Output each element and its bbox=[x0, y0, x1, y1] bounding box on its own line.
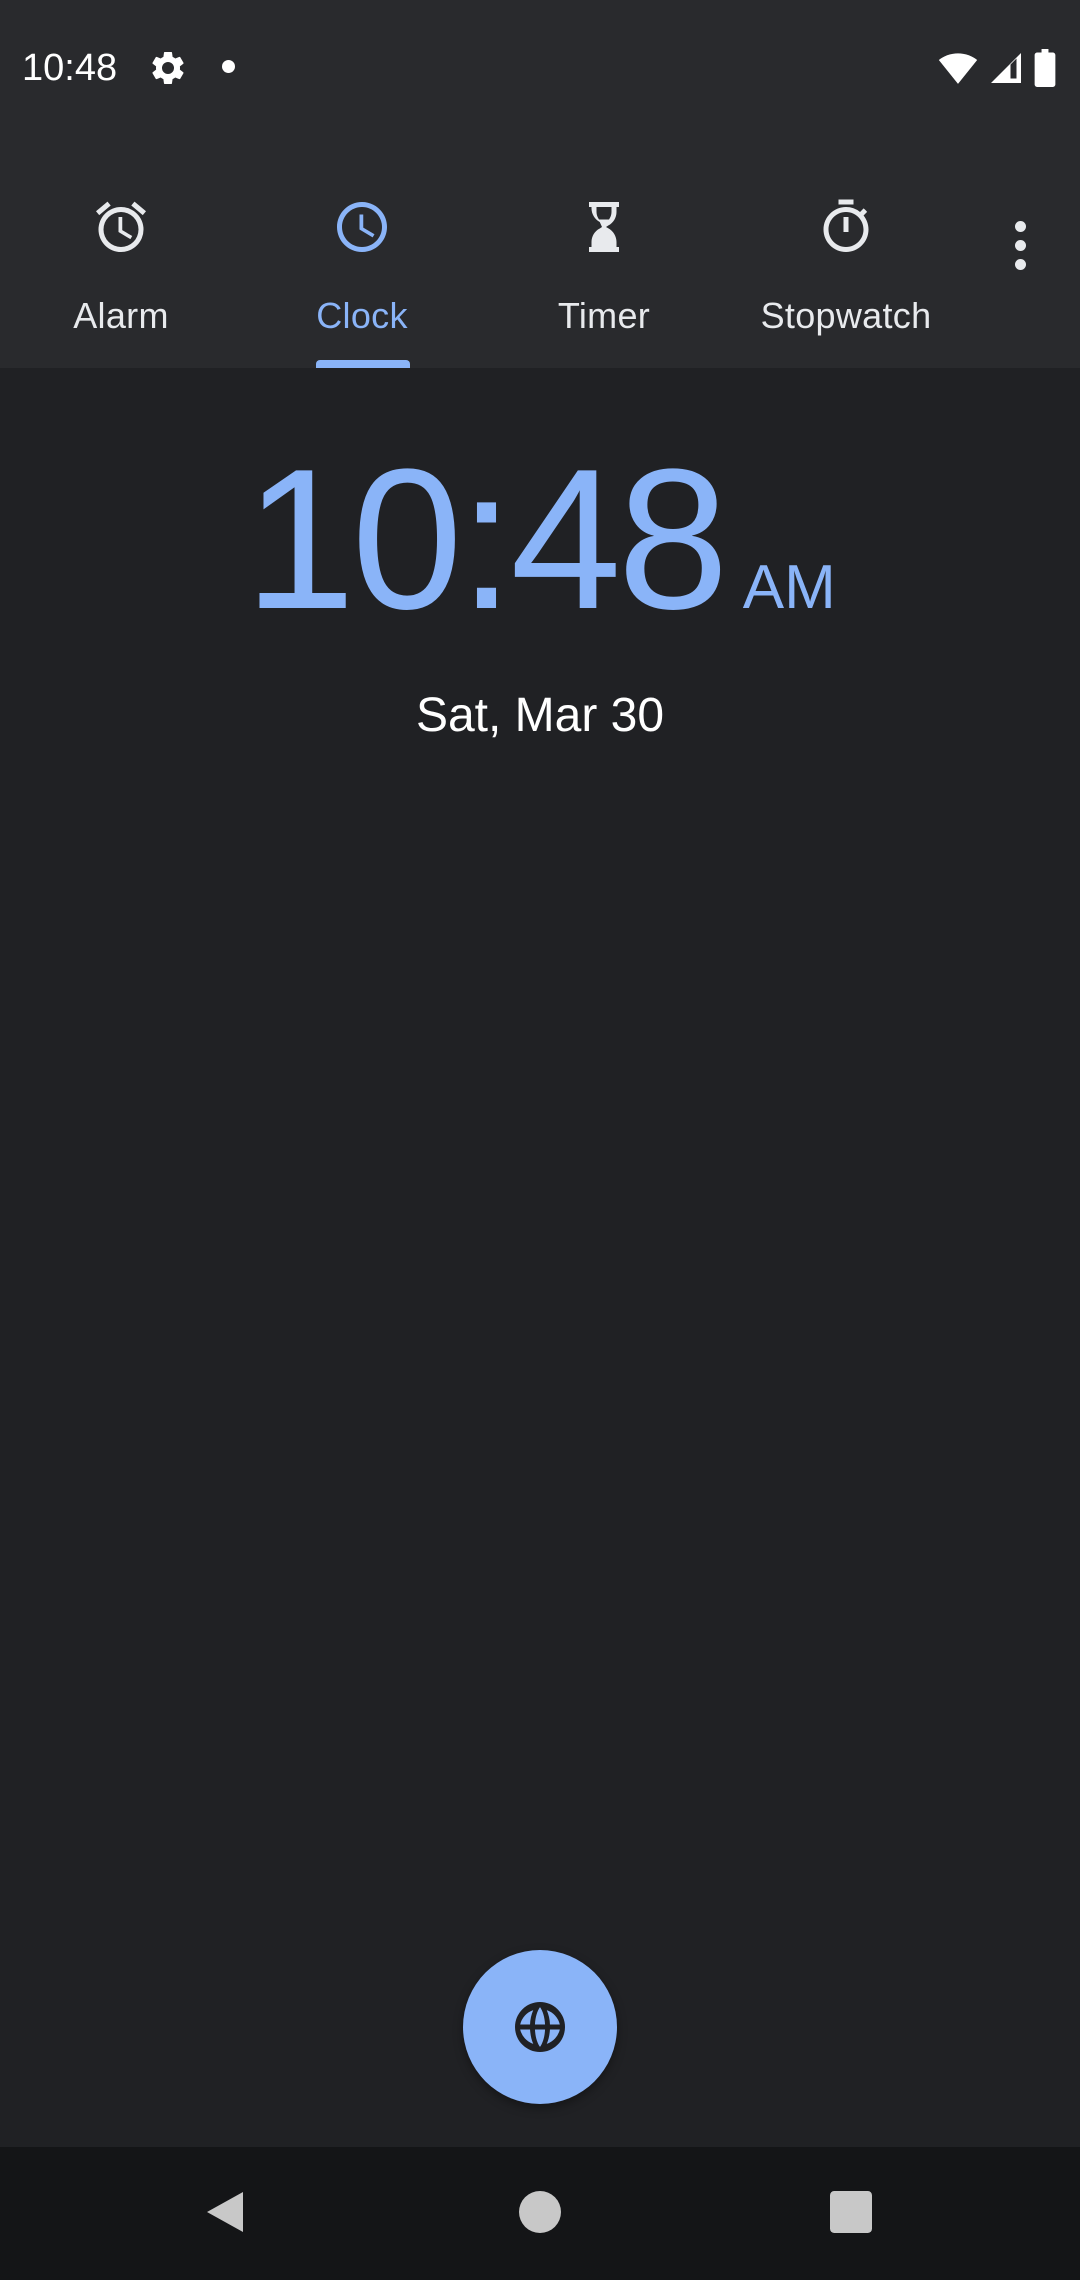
home-icon bbox=[519, 2191, 561, 2233]
notification-dot-icon bbox=[222, 60, 235, 73]
tab-alarm-label: Alarm bbox=[73, 295, 169, 336]
clock-icon bbox=[337, 202, 387, 252]
status-icons bbox=[938, 44, 1056, 92]
back-button[interactable] bbox=[180, 2167, 270, 2257]
tab-bar: Alarm Clock Timer Stopwatch bbox=[0, 135, 1080, 368]
hourglass-icon bbox=[589, 202, 619, 252]
tab-alarm[interactable]: Alarm bbox=[62, 135, 180, 368]
tab-timer[interactable]: Timer bbox=[545, 135, 663, 368]
tab-stopwatch-label: Stopwatch bbox=[760, 295, 932, 336]
add-city-button[interactable] bbox=[463, 1950, 617, 2104]
active-tab-indicator bbox=[316, 360, 410, 368]
home-button[interactable] bbox=[495, 2167, 585, 2257]
tab-stopwatch[interactable]: Stopwatch bbox=[746, 135, 946, 368]
tab-clock-label: Clock bbox=[316, 295, 408, 336]
tab-clock[interactable]: Clock bbox=[302, 135, 422, 368]
cellular-signal-icon bbox=[991, 53, 1021, 83]
tab-timer-label: Timer bbox=[557, 295, 651, 336]
battery-icon bbox=[1034, 49, 1056, 87]
clock-date: Sat, Mar 30 bbox=[415, 689, 665, 742]
status-time: 10:48 bbox=[22, 47, 118, 89]
recents-icon bbox=[830, 2191, 872, 2233]
clock-ampm: AM bbox=[742, 553, 836, 622]
clock-time: 10:48 bbox=[244, 428, 728, 651]
alarm-clock-icon bbox=[96, 201, 146, 253]
recents-button[interactable] bbox=[806, 2167, 896, 2257]
system-navigation-bar bbox=[0, 2147, 1080, 2280]
more-vert-icon[interactable] bbox=[990, 215, 1050, 275]
digital-clock: 10:48 AM bbox=[0, 440, 1080, 640]
stopwatch-icon bbox=[823, 199, 869, 252]
clock-app-screen: 10:48 Alarm Clock Timer Stopwatch 10:48 … bbox=[0, 0, 1080, 2280]
settings-gear-icon bbox=[152, 51, 184, 84]
globe-icon bbox=[515, 2002, 565, 2052]
status-bar: 10:48 bbox=[0, 0, 1080, 135]
back-icon bbox=[207, 2192, 243, 2232]
wifi-icon bbox=[938, 53, 978, 84]
